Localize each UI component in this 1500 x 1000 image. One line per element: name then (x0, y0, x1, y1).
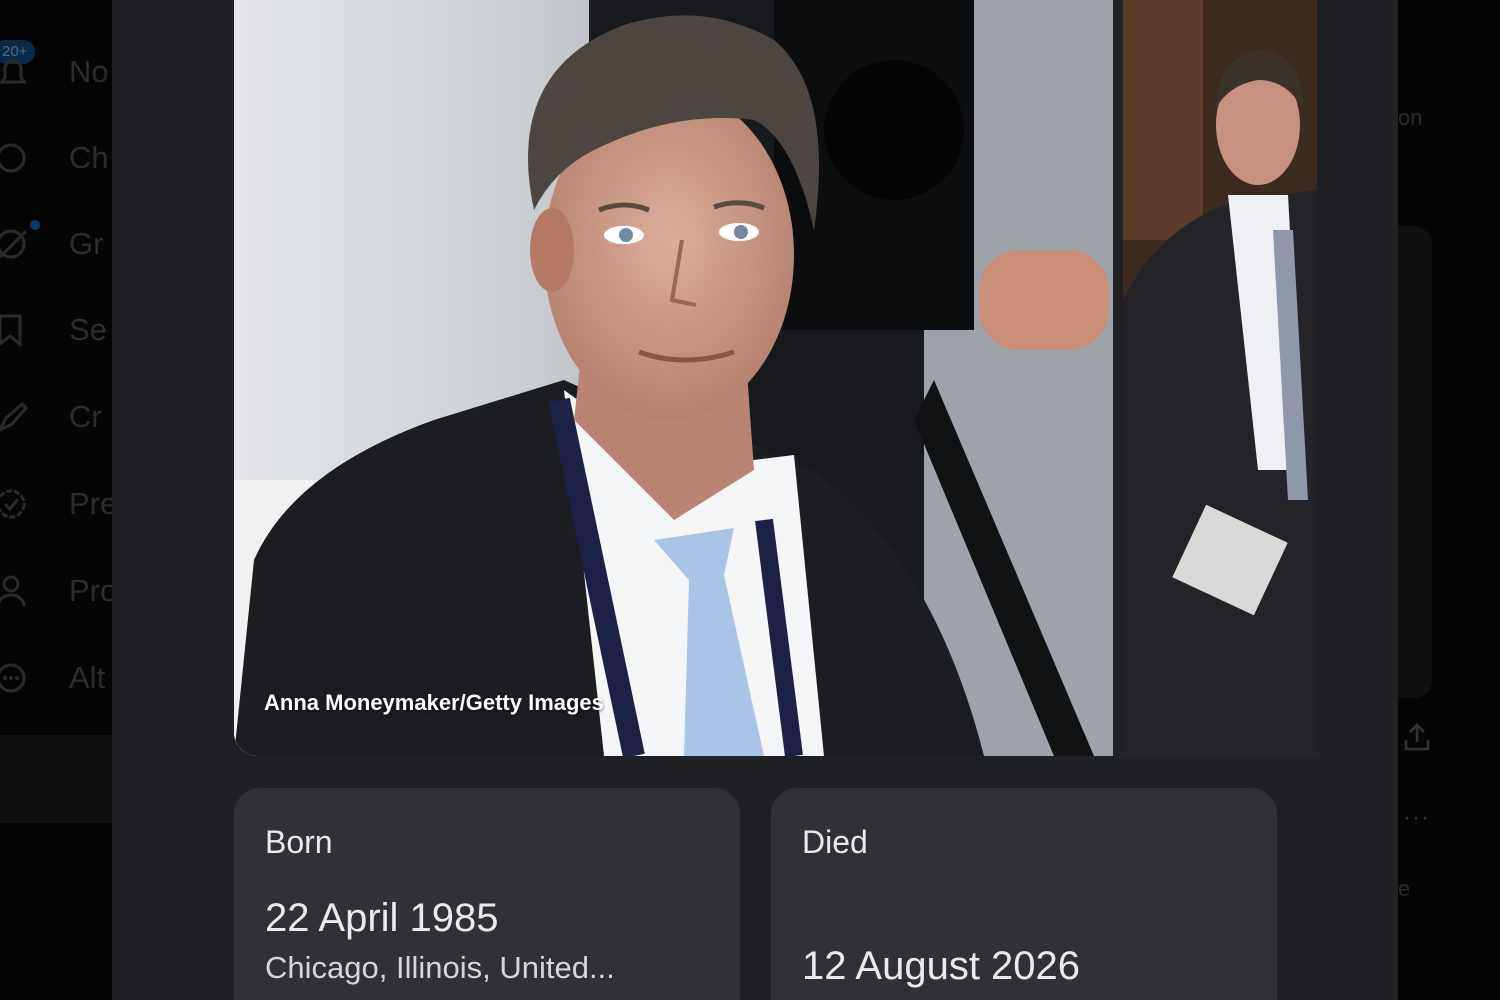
died-card[interactable]: Died 12 August 2026 (771, 788, 1277, 1000)
sidebar-item-label: Ch (69, 140, 109, 175)
share-icon[interactable] (1403, 722, 1431, 752)
sidebar-item-profile[interactable]: Pro (0, 561, 117, 621)
sidebar-item-chat[interactable]: Ch (0, 128, 112, 188)
sidebar-item-label: Se (69, 312, 107, 347)
sidebar-item-label: No (69, 54, 109, 89)
sidebar-item-creator-studio[interactable]: Cr (0, 387, 112, 447)
sidebar-item-label: Pre (69, 486, 118, 521)
right-column-text: on (1398, 105, 1423, 130)
portrait-image (234, 0, 1113, 756)
born-place: Chicago, Illinois, United... (265, 950, 615, 985)
person-icon (0, 575, 26, 607)
bell-icon (0, 59, 27, 84)
more-circle-icon (0, 663, 26, 693)
person-photo-secondary[interactable] (1123, 0, 1317, 756)
born-date: 22 April 1985 (265, 896, 499, 940)
rocket-icon (0, 401, 29, 432)
sidebar-item-search[interactable]: Se (0, 300, 112, 360)
sidebar-item-premium[interactable]: Pre (0, 474, 117, 534)
photo-credit: Anna Moneymaker/Getty Images (264, 690, 604, 715)
sidebar-item-label: Cr (69, 399, 102, 434)
unread-dot (30, 220, 40, 230)
died-label: Died (802, 824, 868, 860)
bookmark-icon (0, 314, 22, 347)
sidebar-item-grok[interactable]: Gr (0, 214, 112, 274)
secondary-image (1123, 0, 1317, 756)
born-label: Born (265, 824, 333, 860)
died-date: 12 August 2026 (802, 944, 1081, 988)
chat-icon (0, 143, 26, 173)
post-button[interactable] (0, 735, 112, 823)
sidebar-item-label: Gr (69, 226, 104, 261)
right-panel (1398, 226, 1432, 698)
sidebar-item-more[interactable]: Alt (0, 648, 112, 708)
person-photo[interactable] (234, 0, 1113, 756)
right-column-text: e (1398, 876, 1411, 901)
born-card[interactable]: Born 22 April 1985 Chicago, Illinois, Un… (234, 788, 740, 1000)
grok-icon (0, 229, 28, 259)
left-sidebar: 20+ No Ch Gr Se Cr Pre Pro Alt (0, 0, 117, 1000)
sidebar-item-label: Pro (69, 573, 118, 608)
sidebar-item-label: Alt (69, 660, 106, 695)
sidebar-item-notifications[interactable]: No (0, 42, 112, 102)
verified-icon (0, 489, 26, 519)
more-icon[interactable]: ··· (1403, 804, 1430, 832)
